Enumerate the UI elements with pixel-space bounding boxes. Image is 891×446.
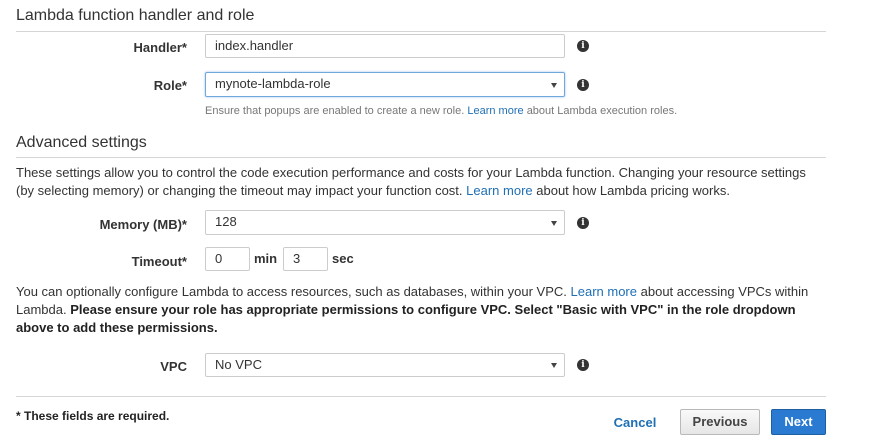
timeout-seconds-unit: sec xyxy=(332,251,354,266)
footer-divider xyxy=(16,396,826,397)
handler-info-icon[interactable]: i xyxy=(577,40,589,52)
chevron-down-icon xyxy=(551,363,557,368)
vpc-permission-warning: Please ensure your role has appropriate … xyxy=(16,302,796,335)
role-hint: Ensure that popups are enabled to create… xyxy=(205,105,677,117)
advanced-description: These settings allow you to control the … xyxy=(16,164,816,200)
vpc-label: VPC xyxy=(160,359,187,374)
memory-select[interactable]: 128 xyxy=(205,210,565,235)
section-divider xyxy=(16,157,826,158)
timeout-minutes-unit: min xyxy=(254,251,278,266)
lambda-configure-page: Lambda function handler and role Handler… xyxy=(0,0,891,446)
chevron-down-icon xyxy=(551,82,557,88)
advanced-description-suffix: about how Lambda pricing works. xyxy=(536,183,730,198)
timeout-minutes-input[interactable]: 0 xyxy=(205,247,250,271)
vpc-select-value: No VPC xyxy=(215,357,262,372)
required-fields-note: * These fields are required. xyxy=(16,409,170,423)
timeout-label: Timeout* xyxy=(131,254,187,269)
previous-button[interactable]: Previous xyxy=(680,409,760,435)
timeout-minutes-value: 0 xyxy=(215,251,223,266)
vpc-select[interactable]: No VPC xyxy=(205,353,565,377)
role-select-value: mynote-lambda-role xyxy=(215,76,331,91)
handler-input-value: index.handler xyxy=(215,38,294,53)
role-learn-more-link[interactable]: Learn more xyxy=(467,105,523,117)
memory-label: Memory (MB)* xyxy=(99,217,187,232)
role-select[interactable]: mynote-lambda-role xyxy=(205,72,565,97)
role-hint-text: Ensure that popups are enabled to create… xyxy=(205,105,465,117)
chevron-down-icon xyxy=(551,220,557,226)
vpc-info-icon[interactable]: i xyxy=(577,359,589,371)
vpc-learn-more-link[interactable]: Learn more xyxy=(571,284,637,299)
role-hint-suffix: about Lambda execution roles. xyxy=(526,105,678,117)
section-title-handler-role: Lambda function handler and role xyxy=(16,7,255,24)
timeout-seconds-input[interactable]: 3 xyxy=(283,247,328,271)
cancel-button[interactable]: Cancel xyxy=(603,413,667,433)
timeout-seconds-value: 3 xyxy=(293,251,301,266)
section-divider xyxy=(16,31,826,32)
vpc-description: You can optionally configure Lambda to a… xyxy=(16,283,816,337)
handler-label: Handler* xyxy=(133,40,187,55)
role-info-icon[interactable]: i xyxy=(577,79,589,91)
memory-select-value: 128 xyxy=(215,214,237,229)
section-title-advanced: Advanced settings xyxy=(16,134,147,151)
handler-input[interactable]: index.handler xyxy=(205,34,565,58)
vpc-description-text: You can optionally configure Lambda to a… xyxy=(16,284,567,299)
pricing-learn-more-link[interactable]: Learn more xyxy=(466,183,532,198)
next-button[interactable]: Next xyxy=(771,409,826,435)
memory-info-icon[interactable]: i xyxy=(577,217,589,229)
role-label: Role* xyxy=(153,78,187,93)
